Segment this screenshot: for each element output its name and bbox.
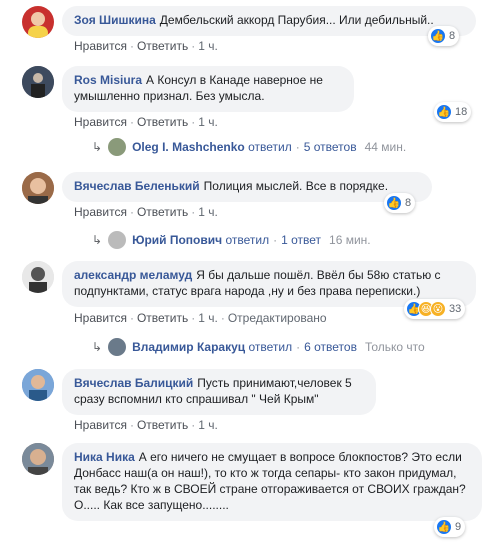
reply-link[interactable]: Ответить <box>137 115 188 129</box>
wow-reaction-icon: 😮 <box>430 301 446 317</box>
user-photo-icon <box>22 66 54 98</box>
reaction-count: 8 <box>405 197 412 209</box>
reply-link[interactable]: Ответить <box>137 418 188 432</box>
comment-actions: Нравится · Ответить · 1 ч. · Отредактировано <box>74 311 327 325</box>
avatar[interactable] <box>22 66 54 98</box>
reply-avatar <box>108 138 127 156</box>
edited-label[interactable]: Отредактировано <box>228 311 327 325</box>
reply-link[interactable]: Ответить <box>137 311 188 325</box>
like-link[interactable]: Нравится <box>74 205 127 219</box>
avatar[interactable] <box>22 172 54 204</box>
like-reaction-icon: 👍 <box>430 28 446 44</box>
replies-link[interactable]: ↳ Oleg I. Mashchenko ответил · 5 ответов 44… <box>92 138 406 156</box>
comment-author[interactable]: Вячеслав Беленький <box>74 179 200 193</box>
like-reaction-icon: 👍 <box>436 519 452 535</box>
user-photo-icon <box>22 172 54 204</box>
avatar[interactable] <box>22 261 54 293</box>
comment-time[interactable]: 1 ч. <box>198 311 218 325</box>
comment-author[interactable]: Ros Misiura <box>74 73 142 87</box>
reaction-summary[interactable]: 👍 8 <box>384 193 416 213</box>
like-reaction-icon: 👍 <box>436 104 452 120</box>
reply-arrow-icon: ↳ <box>92 233 103 247</box>
comment-actions: Нравится · Ответить · 1 ч. <box>74 39 218 53</box>
comment-bubble: Ника Ника А его ничего не смущает в вопро… <box>62 443 482 521</box>
reaction-count: 33 <box>449 303 462 315</box>
comment-author[interactable]: Вячеслав Балицкий <box>74 376 193 390</box>
reaction-summary[interactable]: 👍 8 <box>428 26 460 46</box>
replies-link[interactable]: ↳ Юрий Попович ответил · 1 ответ 16 мин. <box>92 231 371 249</box>
user-photo-icon <box>22 443 54 475</box>
comment-time[interactable]: 1 ч. <box>198 205 218 219</box>
avatar[interactable] <box>22 369 54 401</box>
reaction-count: 9 <box>455 521 462 533</box>
like-link[interactable]: Нравится <box>74 39 127 53</box>
reply-arrow-icon: ↳ <box>92 140 103 154</box>
reply-link[interactable]: Ответить <box>137 205 188 219</box>
like-reaction-icon: 👍 <box>386 195 402 211</box>
comment-time[interactable]: 1 ч. <box>198 418 218 432</box>
reply-avatar <box>108 338 127 356</box>
reply-arrow-icon: ↳ <box>92 340 103 354</box>
comment-bubble: Вячеслав Беленький Полиция мыслей. Все в … <box>62 172 432 202</box>
replies-link[interactable]: ↳ Владимир Каракуц ответил · 6 ответов Толь… <box>92 338 425 356</box>
like-link[interactable]: Нравится <box>74 311 127 325</box>
reaction-count: 8 <box>449 30 456 42</box>
comment-bubble: Вячеслав Балицкий Пусть принимают,человек… <box>62 369 376 415</box>
avatar[interactable] <box>22 443 54 475</box>
comment-author[interactable]: Ника Ника <box>74 450 135 464</box>
comment-text: Полиция мыслей. Все в порядке. <box>203 179 389 193</box>
comment-bubble: Зоя Шишкина Дембельский аккорд Парубия...… <box>62 6 476 36</box>
reaction-summary[interactable]: 👍 18 <box>434 102 472 122</box>
reply-avatar <box>108 231 127 249</box>
comment-text: Дембельский аккорд Парубия... Или дебиль… <box>159 13 434 27</box>
comment-actions: Нравится · Ответить · 1 ч. <box>74 418 218 432</box>
comment-actions: Нравится · Ответить · 1 ч. <box>74 115 218 129</box>
user-photo-icon <box>22 261 54 293</box>
comment-bubble: Ros Misiura А Консул в Канаде наверное не… <box>62 66 354 112</box>
reply-link[interactable]: Ответить <box>137 39 188 53</box>
user-photo-icon <box>22 369 54 401</box>
reaction-summary[interactable]: 👍 9 <box>434 517 466 537</box>
comment-author[interactable]: Зоя Шишкина <box>74 13 156 27</box>
like-link[interactable]: Нравится <box>74 115 127 129</box>
like-link[interactable]: Нравится <box>74 418 127 432</box>
comment-author[interactable]: александр меламуд <box>74 268 192 282</box>
avatar[interactable] <box>22 6 54 38</box>
comment-time[interactable]: 1 ч. <box>198 39 218 53</box>
comment-time[interactable]: 1 ч. <box>198 115 218 129</box>
reaction-summary[interactable]: 👍 😆 😮 33 <box>404 299 466 319</box>
user-photo-icon <box>28 12 48 38</box>
comment-actions: Нравится · Ответить · 1 ч. <box>74 205 218 219</box>
reaction-count: 18 <box>455 106 468 118</box>
